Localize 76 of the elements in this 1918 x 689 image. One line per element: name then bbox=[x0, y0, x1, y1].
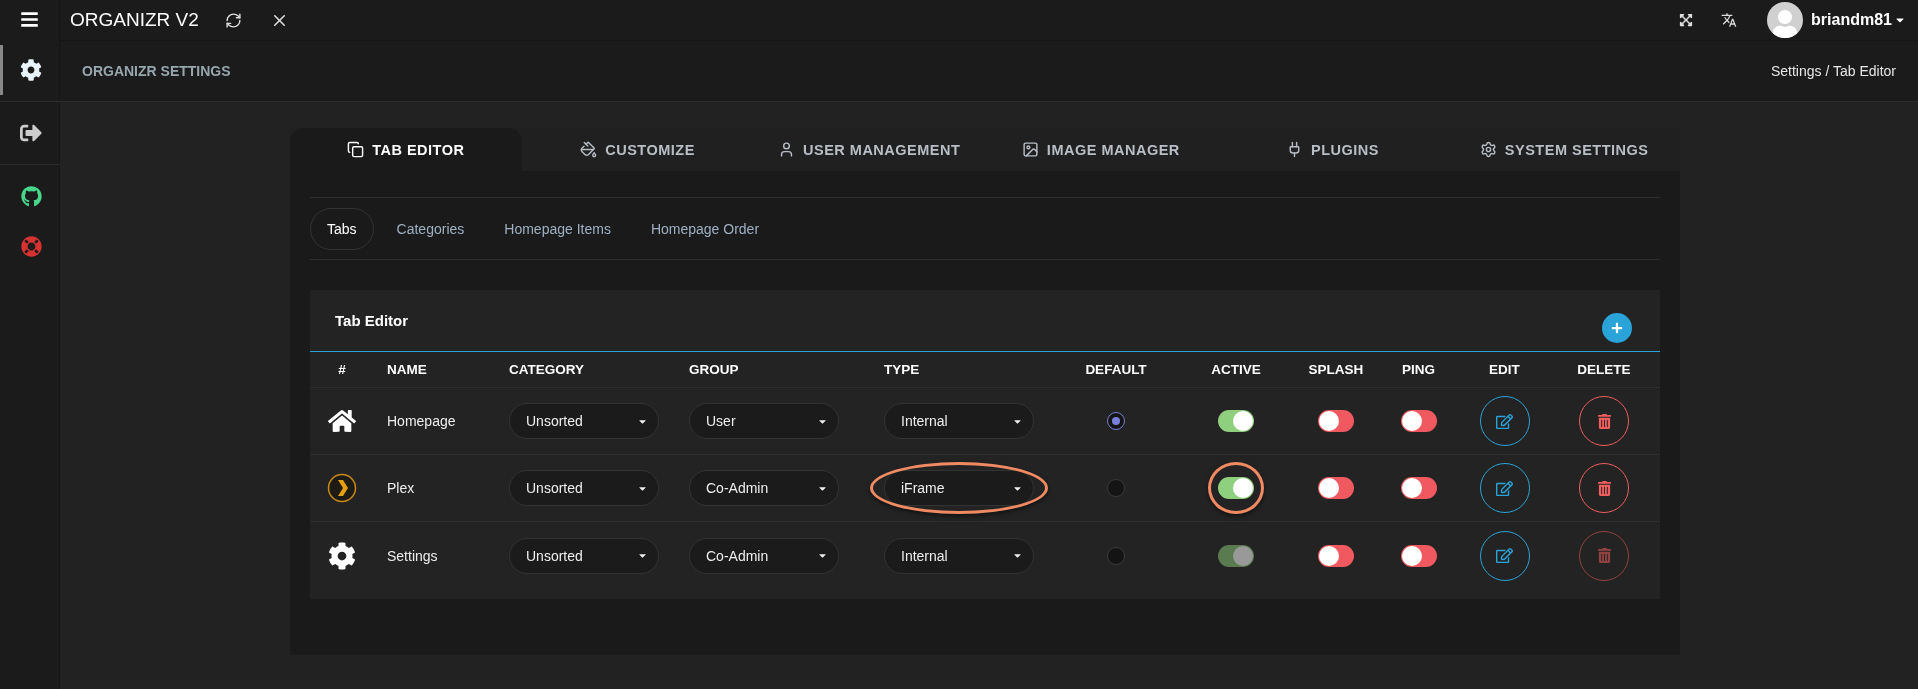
ping-toggle[interactable] bbox=[1400, 477, 1437, 499]
column-header: SPLASH bbox=[1307, 362, 1365, 377]
trash-icon bbox=[1596, 413, 1612, 429]
dropdown-select[interactable]: Co-Admin bbox=[689, 537, 839, 574]
github-icon bbox=[20, 185, 42, 207]
user-menu[interactable]: briandm81 bbox=[1811, 11, 1906, 29]
chevron-logo-icon bbox=[327, 473, 357, 503]
dropdown-select[interactable]: Internal bbox=[884, 537, 1034, 574]
sub-tab[interactable]: Homepage Items bbox=[487, 207, 628, 250]
column-header: ACTIVE bbox=[1210, 362, 1262, 377]
ping-toggle[interactable] bbox=[1400, 410, 1437, 432]
edit-icon bbox=[1496, 547, 1513, 564]
settings-tab[interactable]: IMAGE MANAGER bbox=[985, 128, 1217, 171]
dropdown-select[interactable]: iFrame bbox=[884, 470, 1034, 506]
tab-name: Homepage bbox=[386, 413, 457, 429]
dropdown-select[interactable]: Co-Admin bbox=[689, 470, 839, 506]
page-title: ORGANIZR SETTINGS bbox=[82, 63, 231, 79]
ping-toggle[interactable] bbox=[1400, 544, 1437, 567]
column-header: EDIT bbox=[1488, 362, 1521, 377]
dropdown-select[interactable]: User bbox=[689, 403, 839, 439]
trash-icon bbox=[1596, 548, 1612, 563]
trash-icon bbox=[1596, 480, 1612, 496]
menu-icon bbox=[20, 10, 39, 29]
user-silhouette-icon bbox=[1771, 10, 1800, 38]
settings-icon bbox=[20, 59, 42, 81]
settings-tab[interactable]: CUSTOMIZE bbox=[521, 128, 754, 171]
active-toggle[interactable] bbox=[1218, 410, 1254, 432]
sub-tab[interactable]: Homepage Order bbox=[633, 207, 777, 250]
column-header: CATEGORY bbox=[508, 362, 585, 377]
default-radio[interactable] bbox=[1107, 412, 1125, 430]
app-title: ORGANIZR V2 bbox=[70, 9, 199, 31]
column-header: DELETE bbox=[1576, 362, 1632, 377]
settings-icon bbox=[1479, 141, 1497, 158]
column-header: GROUP bbox=[688, 362, 740, 377]
home-icon bbox=[328, 407, 356, 435]
dropdown-select[interactable]: Unsorted bbox=[509, 537, 659, 574]
logout-icon bbox=[20, 122, 42, 144]
edit-icon bbox=[1496, 412, 1513, 430]
user-icon bbox=[778, 141, 795, 158]
splash-toggle[interactable] bbox=[1318, 544, 1354, 567]
tab-name: Settings bbox=[386, 547, 439, 564]
paint-bucket-icon bbox=[580, 141, 598, 158]
settings-tab[interactable]: SYSTEM SETTINGS bbox=[1448, 128, 1681, 171]
edit-icon bbox=[1496, 479, 1513, 497]
column-header: PING bbox=[1401, 362, 1436, 377]
settings-tab[interactable]: PLUGINS bbox=[1216, 128, 1449, 171]
tab-name: Plex bbox=[386, 480, 416, 496]
default-radio[interactable] bbox=[1107, 479, 1125, 497]
column-header: # bbox=[337, 362, 347, 377]
sub-tab[interactable]: Tabs bbox=[310, 207, 374, 250]
add-button[interactable] bbox=[1602, 312, 1632, 343]
delete-button[interactable] bbox=[1579, 463, 1629, 513]
dropdown-select[interactable]: Unsorted bbox=[509, 403, 659, 439]
panel-title: Tab Editor bbox=[335, 312, 409, 329]
dropdown-select[interactable]: Internal bbox=[884, 403, 1034, 439]
breadcrumb: Settings / Tab Editor bbox=[1770, 63, 1896, 79]
expand-icon bbox=[1679, 13, 1694, 27]
settings-tab[interactable]: USER MANAGEMENT bbox=[753, 128, 985, 171]
settings-icon bbox=[328, 541, 356, 570]
refresh-icon bbox=[224, 11, 242, 29]
settings-tab[interactable]: TAB EDITOR bbox=[290, 128, 522, 171]
default-radio[interactable] bbox=[1107, 546, 1125, 565]
splash-toggle[interactable] bbox=[1318, 477, 1354, 499]
column-header: TYPE bbox=[883, 362, 921, 377]
translate-icon bbox=[1721, 12, 1738, 28]
plus-icon bbox=[1611, 321, 1623, 334]
sub-tab[interactable]: Categories bbox=[379, 207, 482, 250]
image-icon bbox=[1021, 141, 1039, 158]
delete-button[interactable] bbox=[1579, 396, 1629, 446]
splash-toggle[interactable] bbox=[1318, 410, 1354, 432]
column-header: NAME bbox=[386, 362, 428, 377]
documents-icon bbox=[347, 141, 365, 158]
dropdown-select[interactable]: Unsorted bbox=[509, 470, 659, 506]
active-toggle[interactable] bbox=[1218, 477, 1254, 499]
column-header: DEFAULT bbox=[1084, 362, 1148, 377]
lifebuoy-icon bbox=[20, 235, 42, 257]
